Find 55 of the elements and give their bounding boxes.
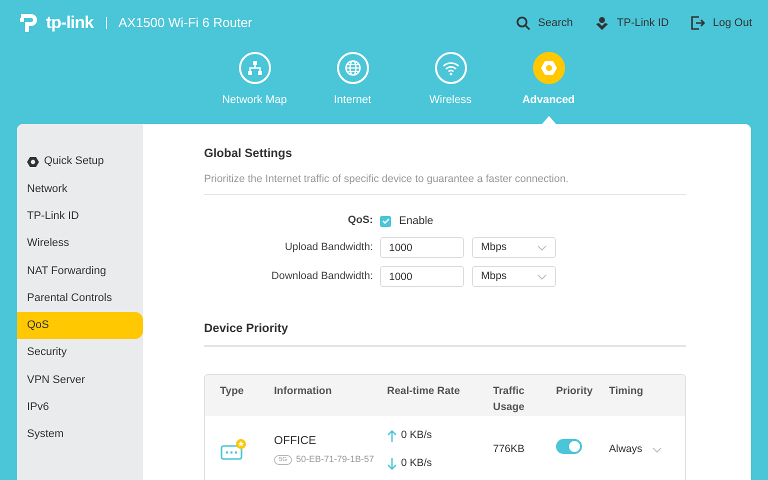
- column-header: Type: [220, 385, 244, 398]
- priority-toggle[interactable]: [556, 439, 582, 454]
- description: Prioritize the Internet traffic of specific device to guarantee a faster connection.: [204, 172, 686, 195]
- timing-select[interactable]: Always: [609, 442, 681, 458]
- checkbox[interactable]: [380, 216, 391, 226]
- column-header: Priority: [556, 385, 593, 398]
- input-field[interactable]: 1000: [380, 237, 464, 258]
- sidebar-item[interactable]: QoS: [17, 312, 143, 340]
- sidebar-item[interactable]: VPN Server: [17, 366, 143, 394]
- rate-value: 0 KB/s: [401, 428, 432, 443]
- unit-select[interactable]: Mbps: [472, 237, 556, 258]
- network-map-icon: [246, 59, 264, 77]
- section-title: Global Settings: [204, 145, 294, 162]
- person-icon: [594, 16, 609, 30]
- chevron-icon: [537, 274, 547, 280]
- field-label: Upload Bandwidth:: [284, 240, 373, 253]
- sidebar-item[interactable]: Quick Setup: [17, 148, 143, 176]
- sidebar-item[interactable]: Security: [17, 339, 143, 366]
- logout-button[interactable]: Log Out: [690, 14, 752, 32]
- sidebar-item[interactable]: Parental Controls: [17, 284, 143, 312]
- chevron-icon: [652, 446, 662, 453]
- column-header: Timing: [609, 385, 644, 398]
- chevron-icon: [537, 244, 547, 251]
- account-button[interactable]: TP-Link ID: [594, 14, 669, 32]
- column-header: Real-time Rate: [387, 385, 460, 398]
- arrow-up-icon: [387, 430, 397, 442]
- router-model: AX1500 Wi-Fi 6 Router: [118, 14, 252, 32]
- device-name: OFFICE: [274, 434, 318, 449]
- mac-address: 50-EB-71-79-1B-57: [296, 453, 374, 466]
- search-button[interactable]: Search: [516, 14, 573, 32]
- gear-icon: [27, 156, 39, 168]
- globe-icon: [344, 59, 362, 77]
- section-title: Device Priority: [204, 319, 686, 348]
- logo: tp-link: [46, 12, 94, 34]
- device-icon: [220, 438, 248, 462]
- sidebar-item[interactable]: Network: [17, 175, 143, 203]
- rate-value: 0 KB/s: [401, 456, 432, 471]
- sidebar-item[interactable]: IPv6: [17, 394, 143, 421]
- sidebar-item[interactable]: TP-Link ID: [17, 202, 143, 230]
- column-header: Traffic Usage: [493, 384, 526, 415]
- checkbox-label[interactable]: Enable: [399, 212, 434, 230]
- logo-icon: [18, 13, 38, 33]
- gear-icon: [540, 59, 558, 77]
- logout-icon: [690, 16, 705, 30]
- arrow-down-icon: [387, 458, 397, 470]
- traffic-usage: 776KB: [493, 442, 525, 455]
- field-label: Download Bandwidth:: [271, 270, 373, 282]
- search-icon: [516, 16, 530, 30]
- sidebar-item[interactable]: System: [17, 420, 143, 448]
- sidebar-item[interactable]: Wireless: [17, 230, 143, 258]
- column-header: Information: [274, 385, 332, 398]
- sidebar-item[interactable]: NAT Forwarding: [17, 257, 143, 284]
- input-field[interactable]: 1000: [380, 266, 464, 288]
- unit-select[interactable]: Mbps: [472, 266, 556, 288]
- field-label: QoS:: [348, 214, 373, 226]
